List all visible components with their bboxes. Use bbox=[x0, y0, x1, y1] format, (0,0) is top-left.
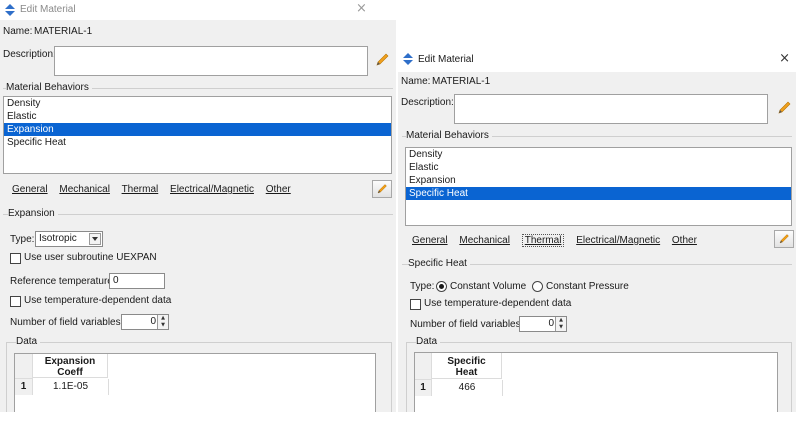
edit-material-dialog-right: Edit Material × Name: MATERIAL-1 Descrip… bbox=[398, 46, 796, 412]
field-vars-value: 0 bbox=[150, 316, 156, 327]
chevron-down-icon[interactable] bbox=[89, 233, 101, 245]
abaqus-diamond-icon bbox=[4, 4, 16, 16]
menu-other[interactable]: Other bbox=[672, 235, 697, 246]
uexpan-label: Use user subroutine UEXPAN bbox=[24, 252, 157, 263]
material-behaviors-label: Material Behaviors bbox=[6, 82, 92, 93]
material-behaviors-list[interactable]: Density Elastic Expansion Specific Heat bbox=[3, 96, 392, 174]
row-header: 1 bbox=[15, 379, 33, 395]
list-item-elastic[interactable]: Elastic bbox=[4, 110, 391, 123]
menu-other[interactable]: Other bbox=[266, 184, 291, 195]
section-label: Specific Heat bbox=[408, 258, 470, 269]
behavior-menubar: General Mechanical Thermal Electrical/Ma… bbox=[12, 184, 300, 195]
edit-tool-button[interactable] bbox=[774, 230, 794, 248]
name-value: MATERIAL-1 bbox=[34, 26, 93, 37]
uexpan-checkbox[interactable] bbox=[10, 253, 21, 264]
description-field[interactable] bbox=[54, 46, 368, 76]
column-header-specific-heat[interactable]: Specific Heat bbox=[432, 353, 502, 379]
abaqus-diamond-icon bbox=[402, 53, 414, 65]
spinner-arrows-icon[interactable]: ▲ ▼ bbox=[555, 317, 566, 331]
field-vars-value: 0 bbox=[548, 318, 554, 329]
menu-mechanical[interactable]: Mechanical bbox=[59, 184, 110, 195]
menu-electrical-magnetic[interactable]: Electrical/Magnetic bbox=[170, 184, 254, 195]
window-title: Edit Material bbox=[418, 54, 474, 65]
list-item-specific-heat[interactable]: Specific Heat bbox=[4, 136, 391, 149]
titlebar[interactable]: Edit Material × bbox=[0, 0, 396, 20]
table-cell[interactable]: 1.1E-05 bbox=[33, 379, 109, 395]
table-corner bbox=[415, 353, 432, 380]
row-header: 1 bbox=[415, 380, 432, 396]
type-label: Type: bbox=[10, 234, 35, 245]
type-select-value: Isotropic bbox=[39, 233, 77, 244]
close-button[interactable]: × bbox=[356, 2, 367, 16]
field-vars-label: Number of field variables: bbox=[410, 319, 524, 330]
pencil-tool-icon bbox=[779, 234, 789, 244]
name-value: MATERIAL-1 bbox=[432, 76, 491, 87]
field-vars-spinner[interactable]: 0 ▲ ▼ bbox=[519, 316, 567, 332]
field-vars-label: Number of field variables: bbox=[10, 317, 124, 328]
data-label: Data bbox=[416, 336, 441, 347]
spinner-arrows-icon[interactable]: ▲ ▼ bbox=[157, 315, 168, 329]
description-field[interactable] bbox=[454, 94, 768, 124]
list-item-density[interactable]: Density bbox=[406, 148, 791, 161]
menu-electrical-magnetic[interactable]: Electrical/Magnetic bbox=[576, 235, 660, 246]
type-label: Type: bbox=[410, 281, 435, 292]
constant-pressure-label: Constant Pressure bbox=[546, 281, 629, 292]
constant-volume-radio[interactable] bbox=[436, 281, 447, 292]
pencil-icon[interactable] bbox=[374, 52, 390, 68]
edit-material-dialog-left: Edit Material × Name: MATERIAL-1 Descrip… bbox=[0, 0, 396, 412]
menu-thermal[interactable]: Thermal bbox=[122, 184, 159, 195]
ref-temp-value: 0 bbox=[113, 275, 119, 286]
name-label: Name: bbox=[401, 76, 431, 87]
titlebar[interactable]: Edit Material × bbox=[398, 46, 796, 72]
constant-pressure-radio[interactable] bbox=[532, 281, 543, 292]
name-label: Name: bbox=[3, 26, 33, 37]
close-button[interactable]: × bbox=[779, 52, 790, 66]
ref-temp-label: Reference temperature: bbox=[10, 276, 116, 287]
list-item-elastic[interactable]: Elastic bbox=[406, 161, 791, 174]
table-corner bbox=[15, 354, 33, 379]
field-vars-spinner[interactable]: 0 ▲ ▼ bbox=[121, 314, 169, 330]
data-table[interactable]: Specific Heat 1 466 bbox=[414, 352, 778, 412]
temp-dependent-checkbox[interactable] bbox=[10, 296, 21, 307]
list-item-specific-heat[interactable]: Specific Heat bbox=[406, 187, 791, 200]
behavior-menubar: General Mechanical Thermal Electrical/Ma… bbox=[412, 234, 706, 247]
constant-volume-label: Constant Volume bbox=[450, 281, 527, 292]
menu-thermal[interactable]: Thermal bbox=[521, 234, 565, 247]
description-label: Description: bbox=[3, 49, 56, 60]
section-label: Expansion bbox=[8, 208, 58, 219]
menu-mechanical[interactable]: Mechanical bbox=[459, 235, 510, 246]
pencil-tool-icon bbox=[377, 184, 387, 194]
material-behaviors-label: Material Behaviors bbox=[406, 130, 492, 141]
table-cell[interactable]: 466 bbox=[432, 380, 503, 396]
column-header-expansion-coeff[interactable]: Expansion Coeff bbox=[33, 354, 108, 378]
temp-dependent-checkbox[interactable] bbox=[410, 299, 421, 310]
window-title: Edit Material bbox=[20, 4, 76, 15]
expansion-group-line bbox=[3, 214, 393, 215]
description-label: Description: bbox=[401, 97, 454, 108]
ref-temp-input[interactable]: 0 bbox=[109, 273, 165, 289]
list-item-density[interactable]: Density bbox=[4, 97, 391, 110]
menu-general[interactable]: General bbox=[12, 184, 48, 195]
edit-tool-button[interactable] bbox=[372, 180, 392, 198]
data-table[interactable]: Expansion Coeff 1 1.1E-05 bbox=[14, 353, 376, 412]
temp-dependent-label: Use temperature-dependent data bbox=[424, 298, 572, 309]
type-select[interactable]: Isotropic bbox=[35, 231, 103, 247]
material-behaviors-list[interactable]: Density Elastic Expansion Specific Heat bbox=[405, 147, 792, 226]
menu-general[interactable]: General bbox=[412, 235, 448, 246]
list-item-expansion[interactable]: Expansion bbox=[4, 123, 391, 136]
pencil-icon[interactable] bbox=[776, 100, 792, 116]
list-item-expansion[interactable]: Expansion bbox=[406, 174, 791, 187]
data-label: Data bbox=[16, 336, 41, 347]
temp-dependent-label: Use temperature-dependent data bbox=[24, 295, 172, 306]
